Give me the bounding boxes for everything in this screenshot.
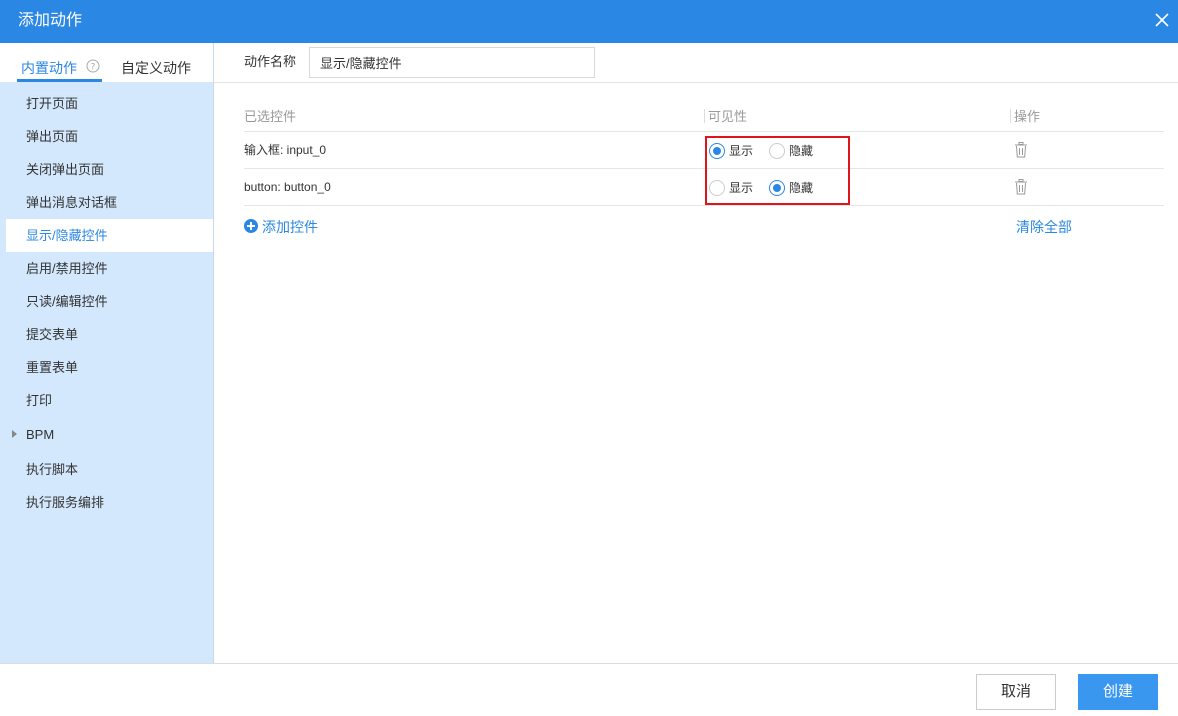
caret-right-icon [12,430,17,438]
control-name: button: button_0 [244,180,331,194]
nav-item-show-hide-control[interactable]: 显示/隐藏控件 [6,219,213,252]
dialog-title: 添加动作 [18,12,83,29]
dialog-footer: 取消 创建 [0,663,1178,716]
radio-hide-label: 隐藏 [789,181,814,195]
trash-icon[interactable] [1014,142,1028,158]
radio-checked-icon [769,180,785,196]
column-header-selected-controls: 已选控件 [244,109,297,124]
column-header-visibility: 可见性 [708,109,748,124]
nav-group-bpm[interactable]: BPM [0,417,213,453]
nav-group-bpm-label: BPM [26,427,55,442]
svg-text:?: ? [91,63,96,73]
nav-item-message-dialog[interactable]: 弹出消息对话框 [0,186,213,219]
nav-item-run-service-orchestration[interactable]: 执行服务编排 [0,486,213,519]
sidebar: 内置动作 ? 自定义动作 打开页面 弹出页面 关闭弹出页面 弹出消息对话框 显示… [0,43,214,663]
radio-unchecked-icon [769,143,785,159]
radio-unchecked-icon [709,180,725,196]
column-separator [1010,109,1011,123]
clear-all-link[interactable]: 清除全部 [1016,219,1072,235]
table-row: button: button_0 显示 隐藏 [244,169,1164,206]
nav-item-open-page[interactable]: 打开页面 [0,87,213,120]
column-header-actions: 操作 [1014,109,1041,124]
table-row: 输入框: input_0 显示 隐藏 [244,132,1164,169]
nav-item-reset-form[interactable]: 重置表单 [0,351,213,384]
main-panel: 动作名称 已选控件 可见性 操作 输入框: input_0 显示 隐藏 [214,43,1178,663]
tab-builtin-actions[interactable]: 内置动作 [21,59,77,77]
create-button[interactable]: 创建 [1078,674,1158,710]
nav-item-popup-page[interactable]: 弹出页面 [0,120,213,153]
column-separator [704,109,705,123]
radio-hide-label: 隐藏 [789,144,814,158]
action-tabs: 内置动作 ? 自定义动作 [0,43,213,82]
nav-item-enable-disable-control[interactable]: 启用/禁用控件 [0,252,213,285]
trash-icon[interactable] [1014,179,1028,195]
control-name: 输入框: input_0 [244,143,327,157]
nav-item-print[interactable]: 打印 [0,384,213,417]
nav-item-close-popup-page[interactable]: 关闭弹出页面 [0,153,213,186]
action-nav-list: 打开页面 弹出页面 关闭弹出页面 弹出消息对话框 显示/隐藏控件 启用/禁用控件… [0,87,213,519]
nav-item-readonly-edit-control[interactable]: 只读/编辑控件 [0,285,213,318]
active-tab-indicator [17,79,102,82]
action-name-label: 动作名称 [244,54,297,69]
radio-checked-icon [709,143,725,159]
action-name-row: 动作名称 [214,43,1178,83]
action-name-input[interactable] [309,47,595,78]
plus-circle-icon [244,219,258,233]
radio-show-label: 显示 [729,181,754,195]
nav-item-submit-form[interactable]: 提交表单 [0,318,213,351]
radio-show-label: 显示 [729,144,754,158]
dialog-titlebar: 添加动作 [0,0,1178,43]
tab-custom-actions[interactable]: 自定义动作 [121,59,191,77]
cancel-button[interactable]: 取消 [976,674,1056,710]
nav-item-run-script[interactable]: 执行脚本 [0,453,213,486]
help-icon[interactable]: ? [86,59,100,73]
add-control-label: 添加控件 [262,219,318,235]
close-icon[interactable] [1150,8,1174,32]
